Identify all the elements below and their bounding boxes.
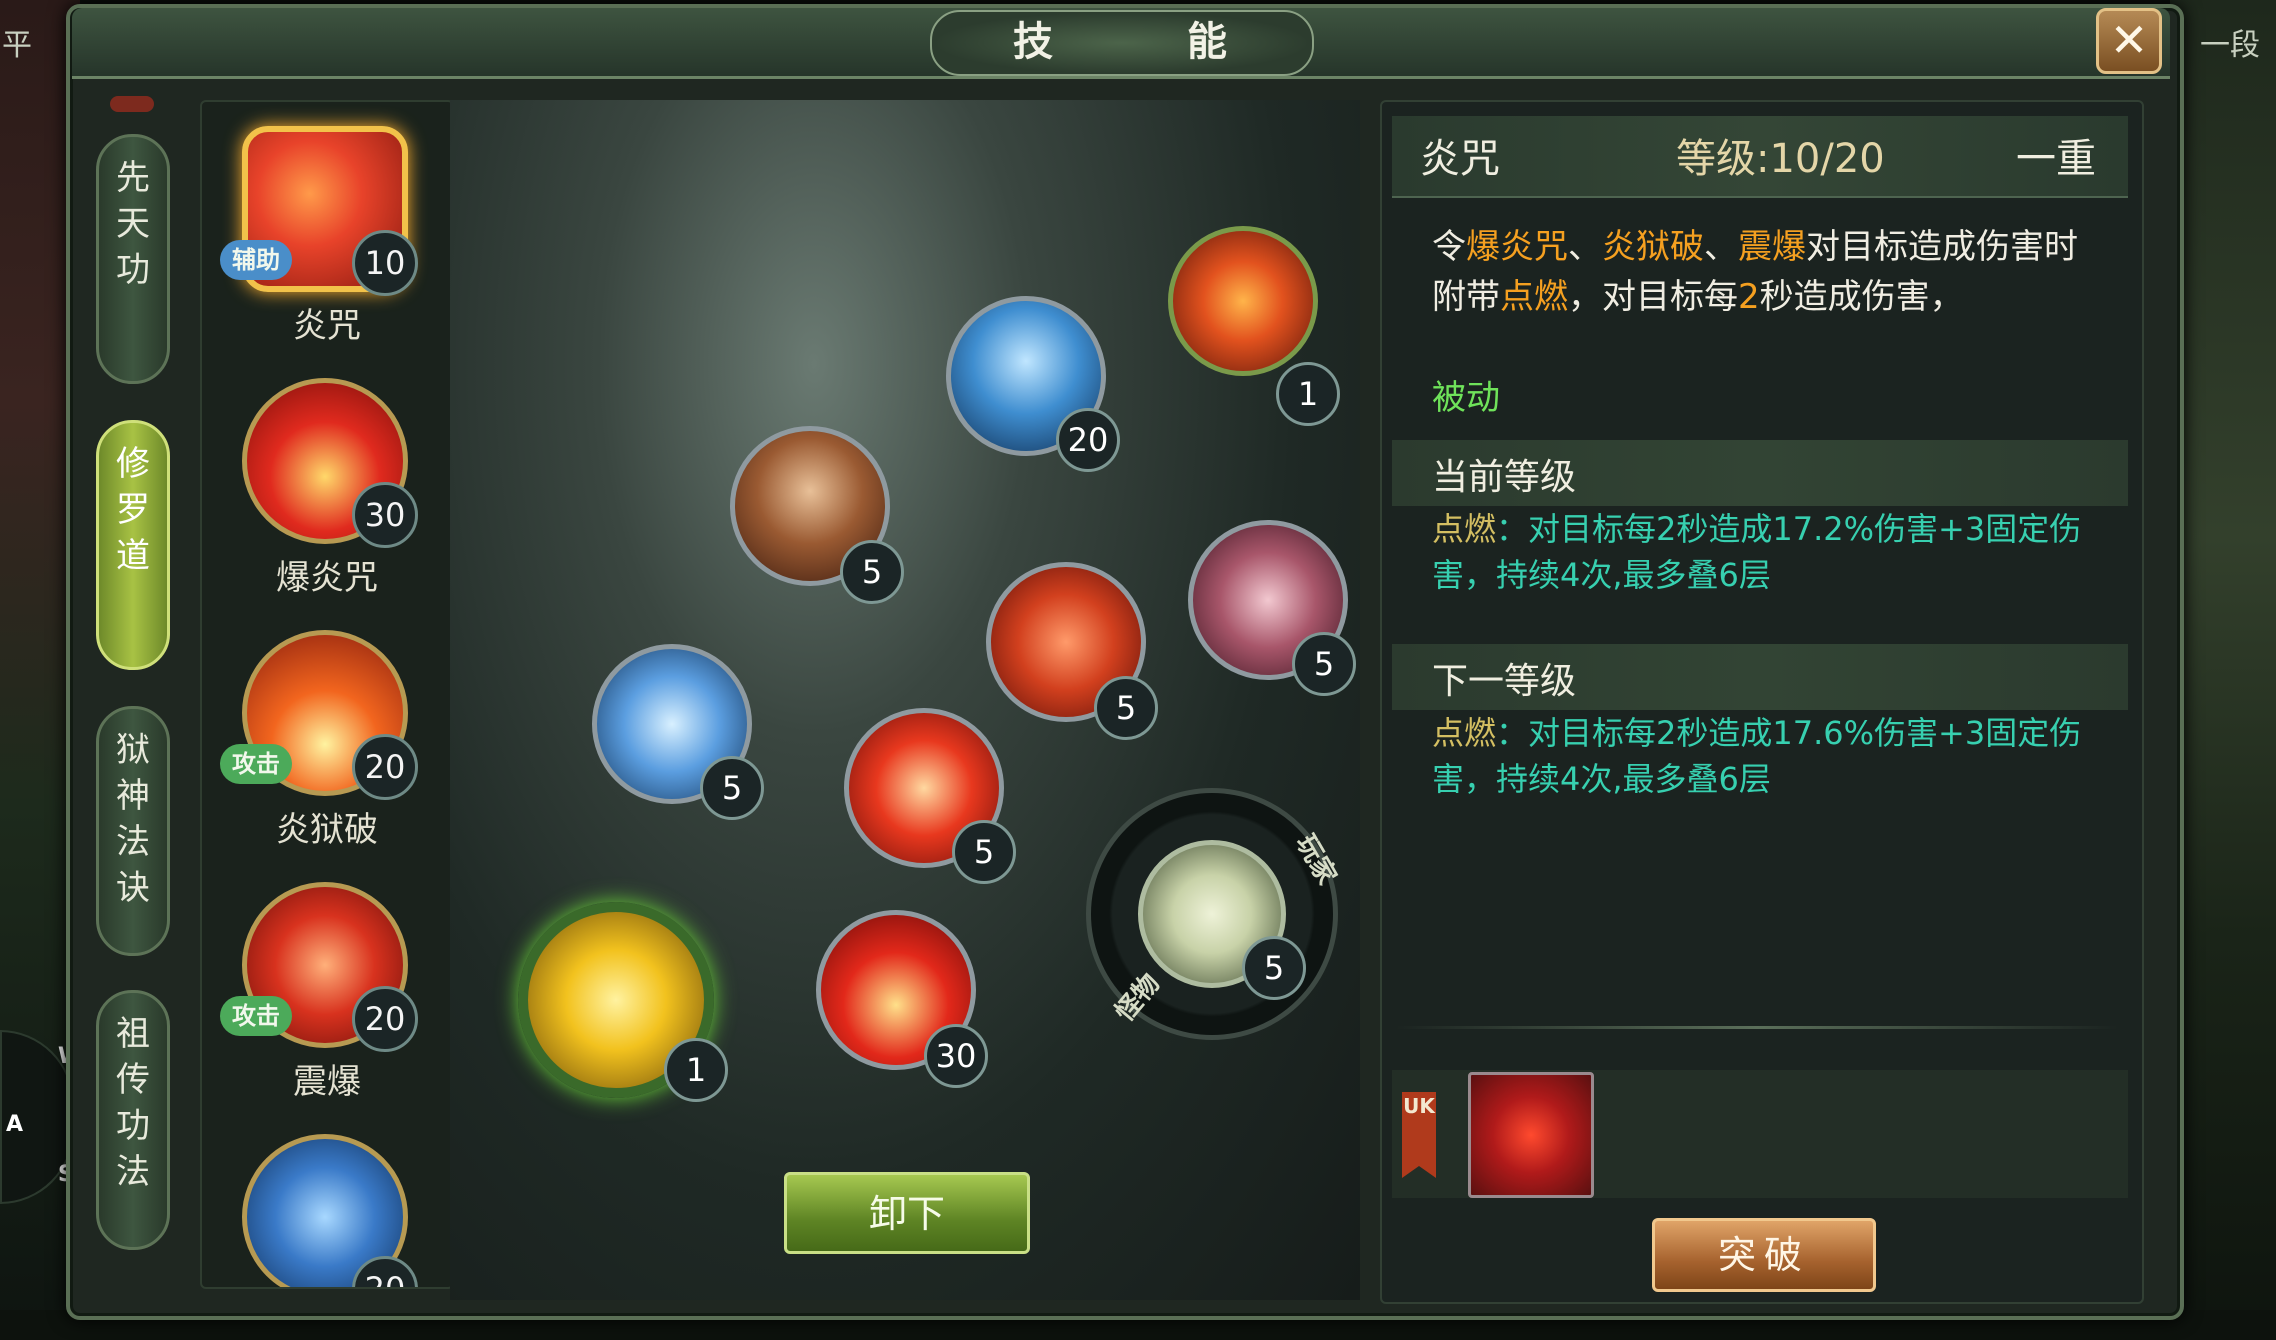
slot-tag: UK — [1402, 1092, 1436, 1178]
desc-text: ，对目标每 — [1568, 277, 1738, 317]
skill-item-zhenbao[interactable]: 20 攻击 震爆 — [202, 858, 452, 1110]
desc-text: 秒造成伤害， — [1759, 277, 1964, 317]
current-level-effect: 点燃：对目标每2秒造成17.2%伤害+3固定伤害，持续4次,最多叠6层 — [1432, 506, 2112, 598]
node-level: 5 — [952, 820, 1016, 884]
tab-xiantiangong[interactable]: 先 天 功 — [96, 134, 170, 384]
description-overflow: … — [1432, 330, 1452, 346]
tab-label-char: 诀 — [116, 868, 150, 908]
node-level: 1 — [664, 1038, 728, 1102]
node-level: 30 — [924, 1024, 988, 1088]
skill-book-icon[interactable] — [1468, 1072, 1594, 1198]
tab-label-char: 法 — [116, 1152, 150, 1192]
skill-level: 10 — [352, 230, 418, 296]
node-level: 5 — [700, 756, 764, 820]
skill-type: 被动 — [1432, 378, 1500, 418]
node-level: 5 — [1094, 676, 1158, 740]
detail-level: 等级:10/20 — [1676, 136, 1885, 182]
desc-highlight: 炎狱破 — [1602, 227, 1704, 267]
tab-label-char: 先 — [116, 158, 150, 198]
desc-highlight: 爆炎咒 — [1466, 227, 1568, 267]
tab-ornament — [110, 96, 154, 112]
tab-label-char: 罗 — [116, 490, 150, 530]
effect-text: ：对目标每2秒造成17.2%伤害+3固定伤害，持续4次,最多叠6层 — [1432, 510, 2082, 594]
node-level: 5 — [840, 540, 904, 604]
backdrop-text-left: 平 — [2, 28, 32, 63]
skill-badge: 辅助 — [220, 240, 292, 280]
breakthrough-button[interactable]: 突破 — [1652, 1218, 1876, 1292]
skill-level: 20 — [352, 986, 418, 1052]
backdrop-text-right: 一段 — [2200, 28, 2260, 63]
tab-label-char: 法 — [116, 822, 150, 862]
skill-item-baoyanzhou[interactable]: 30 爆炎咒 — [202, 354, 452, 606]
fire-dragon-icon[interactable] — [1168, 226, 1318, 376]
detail-description: 令爆炎咒、炎狱破、震爆对目标造成伤害时附带点燃，对目标每2秒造成伤害， — [1432, 222, 2092, 322]
skill-list: 10 辅助 炎咒 30 爆炎咒 20 攻击 炎狱破 20 攻击 震爆 20 — [200, 100, 454, 1289]
node-level: 5 — [1292, 632, 1356, 696]
skill-level: 20 — [352, 734, 418, 800]
desc-text: 令 — [1432, 227, 1466, 267]
detail-skill-name: 炎咒 — [1420, 136, 1500, 182]
effect-text: ：对目标每2秒造成17.6%伤害+3固定伤害，持续4次,最多叠6层 — [1432, 714, 2082, 798]
next-level-title: 下一等级 — [1432, 661, 1577, 702]
desc-highlight: 点燃 — [1500, 277, 1568, 317]
detail-stage: 一重 — [2016, 136, 2096, 182]
skill-name: 震爆 — [293, 1062, 361, 1102]
detail-divider — [1396, 1026, 2118, 1029]
unload-button[interactable]: 卸下 — [784, 1172, 1030, 1254]
close-button[interactable]: ✕ — [2096, 8, 2162, 74]
current-level-title: 当前等级 — [1432, 457, 1577, 498]
tab-label-char: 修 — [116, 444, 150, 484]
effect-label: 点燃 — [1432, 510, 1497, 548]
skill-item-frost[interactable]: 20 — [202, 1110, 452, 1287]
tab-label-char: 功 — [116, 250, 150, 290]
skill-name: 炎狱破 — [276, 810, 378, 850]
skill-badge: 攻击 — [220, 996, 292, 1036]
tab-label-char: 狱 — [116, 730, 150, 770]
next-level-effect: 点燃：对目标每2秒造成17.6%伤害+3固定伤害，持续4次,最多叠6层 — [1432, 710, 2112, 802]
desc-highlight: 震爆 — [1738, 227, 1806, 267]
skill-item-yanyupo[interactable]: 20 攻击 炎狱破 — [202, 606, 452, 858]
skill-badge: 攻击 — [220, 744, 292, 784]
skill-name: 爆炎咒 — [276, 558, 378, 598]
desc-text: 、 — [1568, 227, 1602, 267]
tab-label-char: 功 — [116, 1106, 150, 1146]
tab-label-char: 神 — [116, 776, 150, 816]
minimap[interactable]: W A S — [0, 1030, 82, 1204]
node-level: 20 — [1056, 408, 1120, 472]
node-level: 1 — [1276, 362, 1340, 426]
tab-xiuluodao[interactable]: 修 罗 道 — [96, 420, 170, 670]
window-title: 技 能 — [1013, 18, 1287, 65]
skill-name: 炎咒 — [293, 306, 361, 346]
tab-label-char: 祖 — [116, 1014, 150, 1054]
node-level: 5 — [1242, 936, 1306, 1000]
tab-label-char: 传 — [116, 1060, 150, 1100]
tab-zuchuangongfa[interactable]: 祖 传 功 法 — [96, 990, 170, 1250]
tab-label-char: 天 — [116, 204, 150, 244]
desc-text: 、 — [1704, 227, 1738, 267]
minimap-a: A — [6, 1112, 24, 1137]
effect-label: 点燃 — [1432, 714, 1497, 752]
tab-label-char: 道 — [116, 536, 150, 576]
tab-yushenfajue[interactable]: 狱 神 法 诀 — [96, 706, 170, 956]
game-backdrop-right — [2170, 0, 2276, 1340]
skill-level: 30 — [352, 482, 418, 548]
desc-highlight: 2 — [1738, 277, 1760, 317]
skill-tree-area: 1 20 5 5 5 5 5 1 30 5 玩家 怪物 — [450, 100, 1360, 1300]
skill-item-yanzhou[interactable]: 10 辅助 炎咒 — [202, 102, 452, 354]
